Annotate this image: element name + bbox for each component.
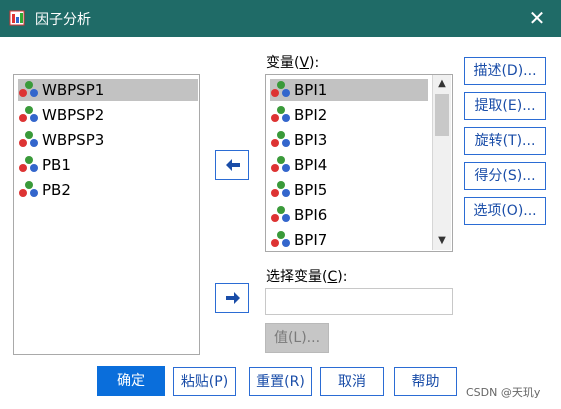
list-item[interactable]: WBPSP3 bbox=[18, 129, 198, 151]
scale-variable-icon bbox=[270, 230, 292, 248]
help-button[interactable]: 帮助 bbox=[394, 367, 457, 396]
list-item[interactable]: BPI7 bbox=[270, 229, 428, 251]
move-to-selection-button[interactable] bbox=[215, 283, 249, 313]
selection-variable-field[interactable] bbox=[265, 288, 453, 315]
scale-variable-icon bbox=[270, 130, 292, 148]
list-item[interactable]: WBPSP1 bbox=[18, 79, 198, 101]
value-button: 值(L)... bbox=[265, 323, 329, 353]
list-item[interactable]: BPI3 bbox=[270, 129, 428, 151]
list-item-label: BPI6 bbox=[294, 206, 328, 224]
scale-variable-icon bbox=[18, 80, 40, 98]
describe-button[interactable]: 描述(D)... bbox=[464, 57, 546, 85]
scale-variable-icon bbox=[270, 205, 292, 223]
scale-variable-icon bbox=[18, 155, 40, 173]
list-item[interactable]: BPI6 bbox=[270, 204, 428, 226]
list-item-label: BPI3 bbox=[294, 131, 328, 149]
reset-button[interactable]: 重置(R) bbox=[249, 367, 312, 396]
ok-button[interactable]: 确定 bbox=[97, 366, 165, 396]
list-item[interactable]: WBPSP2 bbox=[18, 104, 198, 126]
paste-button[interactable]: 粘贴(P) bbox=[173, 367, 236, 396]
list-item[interactable]: PB1 bbox=[18, 154, 198, 176]
arrow-right-icon bbox=[226, 292, 240, 304]
scale-variable-icon bbox=[270, 105, 292, 123]
app-icon bbox=[9, 10, 25, 26]
list-item[interactable]: BPI5 bbox=[270, 179, 428, 201]
list-item-label: BPI7 bbox=[294, 231, 328, 249]
scale-variable-icon bbox=[18, 130, 40, 148]
scale-variable-icon bbox=[270, 80, 292, 98]
scroll-thumb[interactable] bbox=[435, 94, 449, 136]
list-item-label: WBPSP2 bbox=[42, 106, 105, 124]
list-item-label: BPI4 bbox=[294, 156, 328, 174]
source-variable-list[interactable]: WBPSP1 WBPSP2 WBPSP3 PB1 PB2 bbox=[13, 74, 200, 355]
move-to-variables-button[interactable] bbox=[215, 150, 249, 180]
scale-variable-icon bbox=[18, 180, 40, 198]
variables-list[interactable]: ▲ ▼ BPI1 BPI2 BPI3 BPI4 BPI5 BPI6 BPI7 bbox=[265, 74, 453, 252]
options-button[interactable]: 选项(O)... bbox=[464, 197, 546, 225]
list-item-label: BPI5 bbox=[294, 181, 328, 199]
list-item[interactable]: BPI2 bbox=[270, 104, 428, 126]
cancel-button[interactable]: 取消 bbox=[320, 367, 384, 396]
list-item[interactable]: PB2 bbox=[18, 179, 198, 201]
watermark: CSDN @天玑y bbox=[466, 386, 541, 399]
extract-button[interactable]: 提取(E)... bbox=[464, 92, 546, 120]
list-item-label: PB2 bbox=[42, 181, 71, 199]
scores-button[interactable]: 得分(S)... bbox=[464, 162, 546, 190]
list-item-label: WBPSP3 bbox=[42, 131, 105, 149]
list-item-label: BPI1 bbox=[294, 81, 328, 99]
list-item[interactable]: BPI1 bbox=[270, 79, 428, 101]
scale-variable-icon bbox=[270, 180, 292, 198]
rotate-button[interactable]: 旋转(T)... bbox=[464, 127, 546, 155]
close-icon[interactable]: ✕ bbox=[525, 6, 549, 30]
title-bar: 因子分析 ✕ bbox=[0, 0, 561, 37]
scroll-up-icon[interactable]: ▲ bbox=[433, 75, 451, 93]
scale-variable-icon bbox=[270, 155, 292, 173]
scroll-down-icon[interactable]: ▼ bbox=[433, 232, 451, 250]
scale-variable-icon bbox=[18, 105, 40, 123]
list-item-label: PB1 bbox=[42, 156, 71, 174]
list-item-label: WBPSP1 bbox=[42, 81, 105, 99]
list-item[interactable]: BPI4 bbox=[270, 154, 428, 176]
window-title: 因子分析 bbox=[35, 12, 91, 28]
selection-variable-label: 选择变量(C): bbox=[266, 269, 348, 285]
arrow-left-icon bbox=[226, 159, 240, 171]
variables-label: 变量(V): bbox=[266, 55, 320, 71]
list-item-label: BPI2 bbox=[294, 106, 328, 124]
variables-scrollbar[interactable]: ▲ ▼ bbox=[432, 75, 451, 250]
